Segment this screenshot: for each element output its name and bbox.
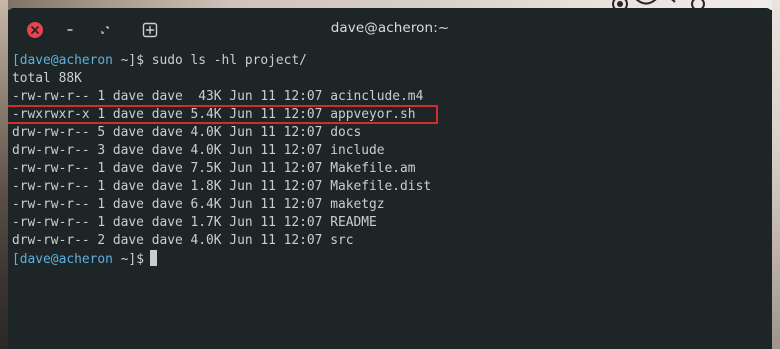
wallpaper-left (0, 0, 8, 349)
prompt-path: ~]$ (112, 252, 144, 267)
prompt-path: ~]$ (112, 53, 144, 68)
output-line: -rw-rw-r-- 1 dave dave 1.7K Jun 11 12:07… (12, 215, 377, 230)
output-line: -rw-rw-r-- 1 dave dave 6.4K Jun 11 12:07… (12, 197, 385, 212)
output-line: drw-rw-r-- 2 dave dave 4.0K Jun 11 12:07… (12, 233, 354, 248)
prompt-line: [dave@acheron ~]$ (12, 250, 772, 268)
prompt-user: [dave@acheron (12, 252, 113, 267)
output-line: drw-rw-r-- 5 dave dave 4.0K Jun 11 12:07… (12, 125, 362, 140)
terminal-window: dave@acheron:~ [dave@acheron ~]$ sudo ls… (8, 8, 772, 349)
terminal-output[interactable]: [dave@acheron ~]$ sudo ls -hl project/ t… (8, 52, 772, 349)
desktop: dave@acheron:~ [dave@acheron ~]$ sudo ls… (0, 0, 780, 349)
output-line: total 88K (12, 71, 82, 86)
wallpaper-right (772, 0, 780, 349)
title-bar[interactable]: dave@acheron:~ (8, 8, 772, 52)
output-line: -rw-rw-r-- 1 dave dave 1.8K Jun 11 12:07… (12, 179, 432, 194)
prompt-user: [dave@acheron (12, 53, 113, 68)
output-line: -rw-rw-r-- 1 dave dave 7.5K Jun 11 12:07… (12, 161, 416, 176)
command-line: [dave@acheron ~]$ sudo ls -hl project/ (12, 52, 772, 70)
output-line: drw-rw-r-- 3 dave dave 4.0K Jun 11 12:07… (12, 143, 385, 158)
text-cursor (149, 250, 157, 266)
output-line-highlighted: -rwxrwxr-x 1 dave dave 5.4K Jun 11 12:07… (12, 107, 416, 122)
window-title: dave@acheron:~ (330, 20, 450, 36)
output-line: -rw-rw-r-- 1 dave dave 43K Jun 11 12:07 … (12, 89, 424, 104)
command-text: sudo ls -hl project/ (143, 53, 307, 68)
